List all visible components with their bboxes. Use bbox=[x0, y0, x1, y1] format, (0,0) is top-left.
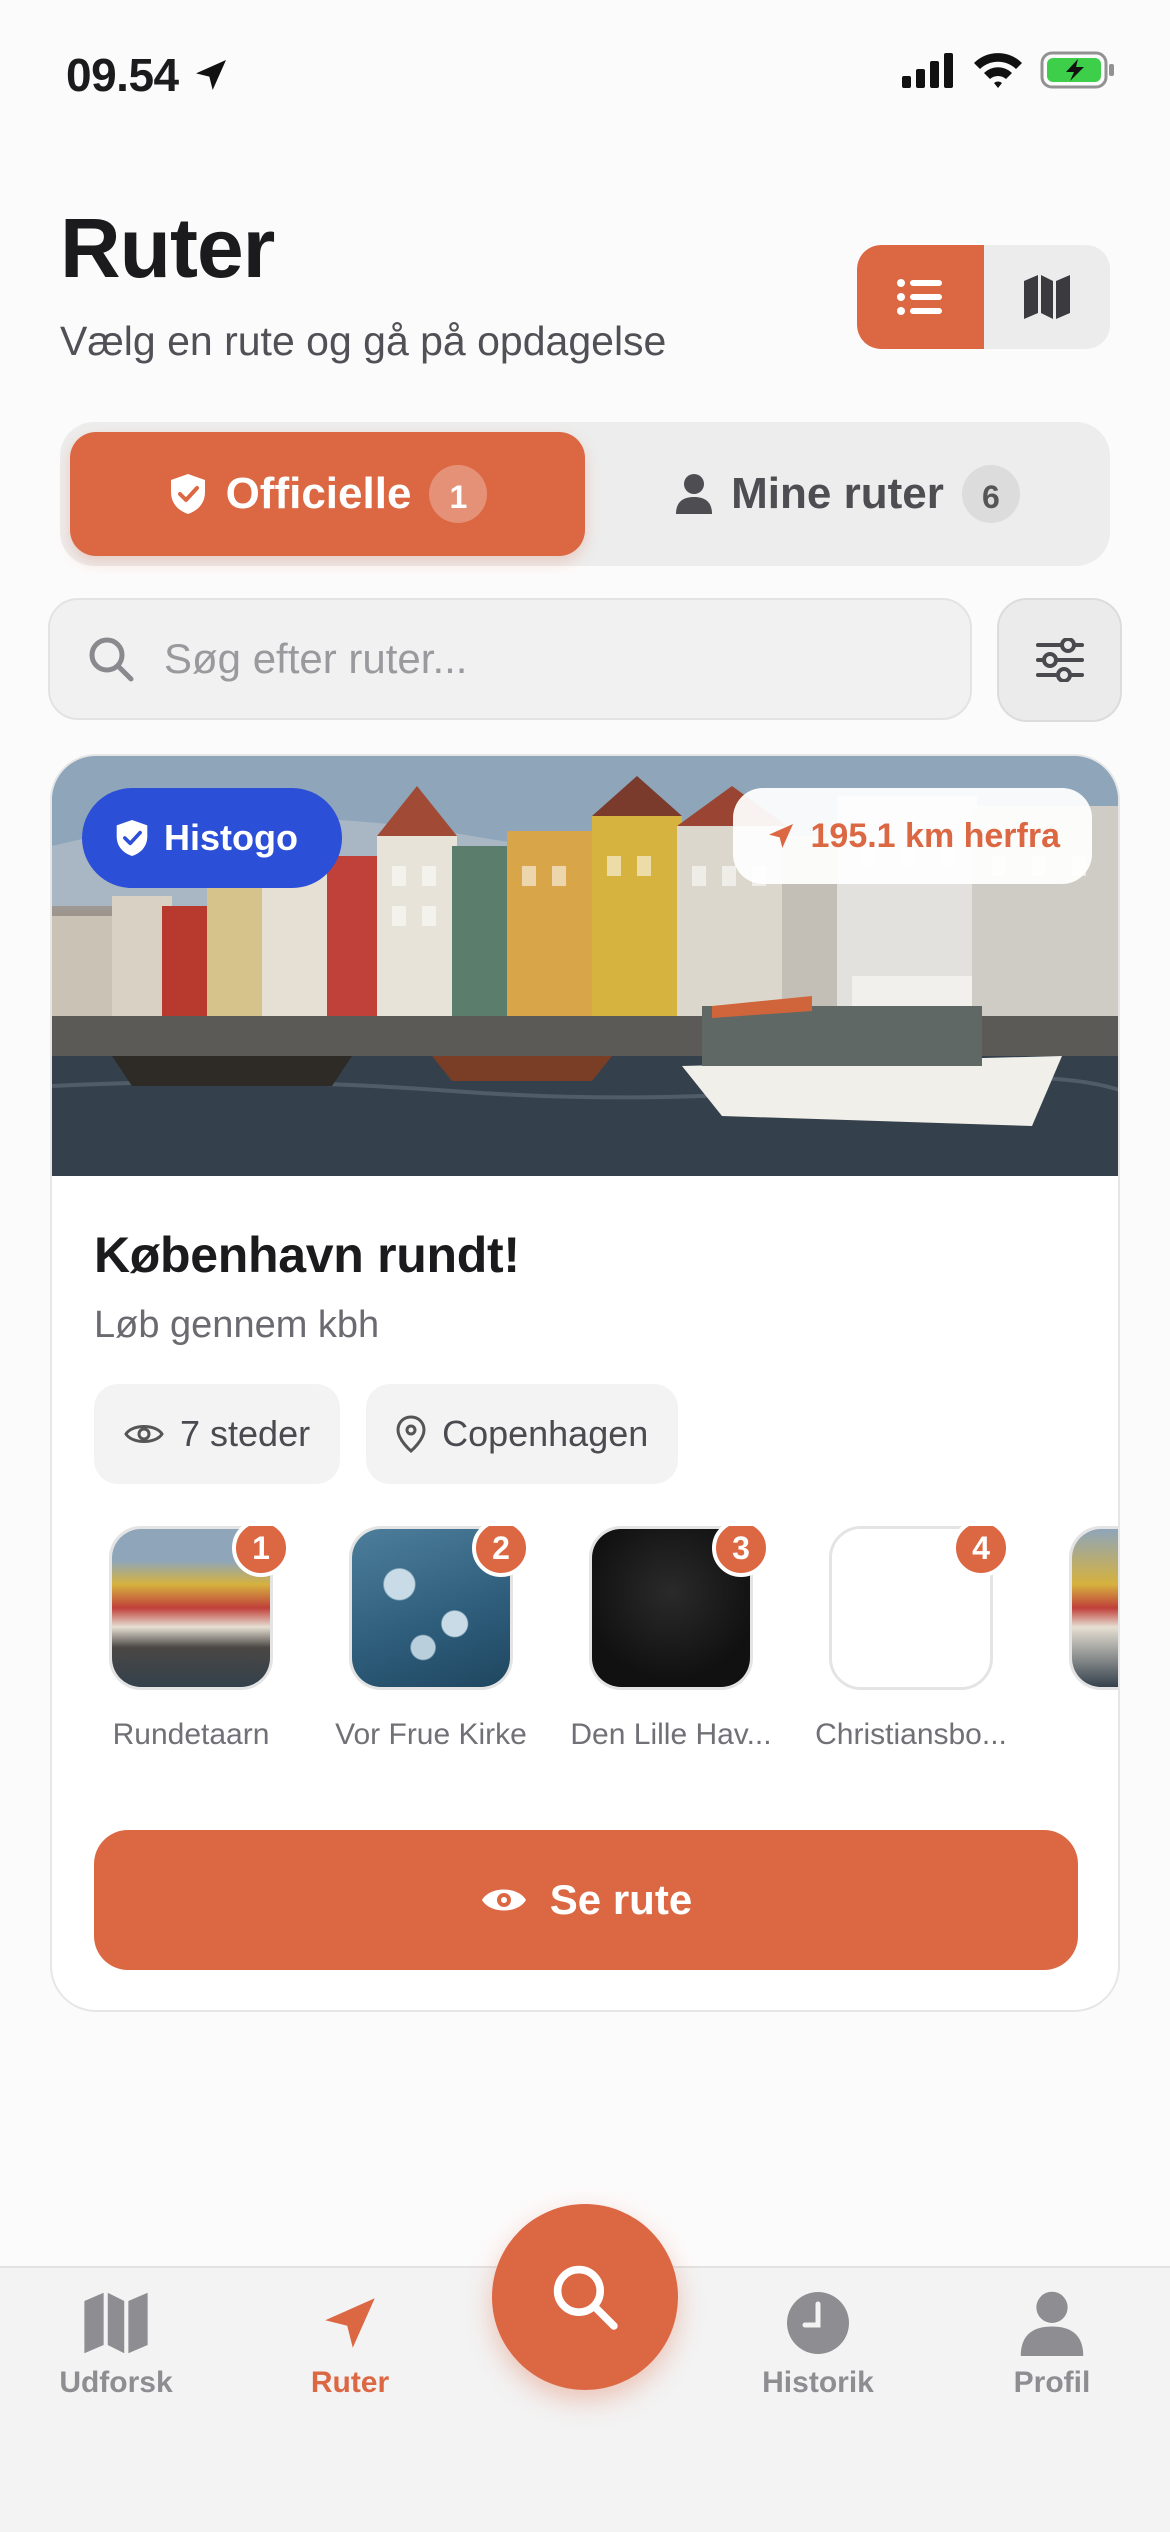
navigation-arrow-icon bbox=[768, 824, 793, 848]
stop-number-badge: 2 bbox=[472, 1526, 530, 1577]
nav-profile[interactable]: Profil bbox=[952, 2290, 1152, 2400]
places-count-chip: 7 steder bbox=[94, 1384, 341, 1484]
stop-thumbnail bbox=[1069, 1526, 1118, 1690]
status-bar-indicators bbox=[900, 50, 1116, 90]
tab-official[interactable]: Officielle 1 bbox=[70, 432, 585, 556]
stop-item[interactable]: 2 Vor Frue Kirke bbox=[311, 1526, 551, 1752]
stop-item[interactable]: 3 Den Lille Hav... bbox=[551, 1526, 791, 1752]
route-source-tabs: Officielle 1 Mine ruter 6 bbox=[60, 422, 1110, 566]
map-pin-icon bbox=[396, 1415, 426, 1453]
map-view-button[interactable] bbox=[984, 245, 1111, 349]
search-fab[interactable] bbox=[492, 2204, 678, 2390]
nav-explore[interactable]: Udforsk bbox=[16, 2290, 216, 2400]
nav-explore-label: Udforsk bbox=[59, 2366, 173, 2399]
stop-label: Den Lille Hav... bbox=[570, 1718, 772, 1751]
stop-number-badge: 3 bbox=[712, 1526, 770, 1577]
tab-my-routes-label: Mine ruter bbox=[731, 469, 944, 518]
route-meta-chips: 7 steder Copenhagen bbox=[94, 1384, 679, 1484]
places-count-label: 7 steder bbox=[180, 1413, 311, 1454]
tab-official-count: 1 bbox=[429, 465, 488, 523]
wifi-icon bbox=[974, 53, 1022, 88]
route-cover-image: Histogo 195.1 km herfra bbox=[52, 756, 1118, 1176]
stop-number-badge: 4 bbox=[952, 1526, 1010, 1577]
view-route-button[interactable]: Se rute bbox=[94, 1830, 1078, 1970]
status-bar-time: 09.54 bbox=[66, 48, 231, 102]
search-icon bbox=[89, 637, 134, 682]
eye-icon bbox=[481, 1889, 526, 1911]
stop-number-badge: 1 bbox=[232, 1526, 290, 1577]
page-subtitle: Vælg en rute og gå på opdagelse bbox=[60, 318, 667, 364]
navigation-arrow-icon bbox=[325, 2298, 375, 2348]
route-title: København rundt! bbox=[94, 1227, 520, 1283]
clock-icon bbox=[787, 2292, 849, 2354]
stop-thumbnail: 2 bbox=[349, 1526, 530, 1690]
nav-profile-label: Profil bbox=[1013, 2366, 1091, 2399]
stop-thumbnail: 4 bbox=[829, 1526, 1010, 1690]
route-description: Løb gennem kbh bbox=[94, 1304, 380, 1346]
provider-badge-label: Histogo bbox=[164, 817, 298, 858]
search-icon bbox=[553, 2265, 618, 2330]
city-chip: Copenhagen bbox=[366, 1384, 679, 1484]
nav-routes-label: Ruter bbox=[310, 2366, 390, 2399]
map-icon bbox=[1023, 275, 1070, 319]
location-arrow-icon bbox=[195, 60, 226, 90]
nav-history[interactable]: Historik bbox=[718, 2290, 918, 2400]
map-icon bbox=[84, 2292, 148, 2354]
eye-icon bbox=[124, 1425, 164, 1443]
nav-history-label: Historik bbox=[762, 2366, 874, 2399]
stop-thumbnail: 1 bbox=[109, 1526, 290, 1690]
view-route-label: Se rute bbox=[549, 1876, 693, 1923]
time-text: 09.54 bbox=[66, 49, 179, 101]
shield-check-icon bbox=[170, 474, 205, 514]
stop-label: Christiansbo... bbox=[815, 1718, 1007, 1751]
stop-label: Rundetaarn bbox=[112, 1718, 270, 1751]
tab-official-label: Officielle bbox=[225, 469, 412, 518]
person-icon bbox=[1020, 2291, 1084, 2356]
search-input[interactable] bbox=[164, 635, 924, 683]
distance-label: 195.1 km herfra bbox=[810, 816, 1061, 855]
tab-my-routes-count: 6 bbox=[961, 465, 1020, 523]
city-label: Copenhagen bbox=[442, 1413, 649, 1454]
page-title: Ruter bbox=[60, 201, 275, 295]
person-icon bbox=[676, 474, 713, 514]
stop-label: N bbox=[1031, 1718, 1118, 1752]
filter-button[interactable] bbox=[997, 598, 1122, 722]
route-stops-carousel[interactable]: 1 Rundetaarn 2 Vor Frue Kirke 3 Den Lill… bbox=[52, 1526, 1118, 1786]
search-bar bbox=[48, 598, 972, 720]
stop-item[interactable]: 1 Rundetaarn bbox=[71, 1526, 311, 1752]
route-card[interactable]: Histogo 195.1 km herfra København rundt!… bbox=[50, 754, 1120, 2012]
list-icon bbox=[897, 279, 943, 315]
cellular-signal-icon bbox=[902, 53, 953, 88]
stop-label: Vor Frue Kirke bbox=[335, 1718, 527, 1751]
stop-item[interactable]: N bbox=[1031, 1526, 1118, 1752]
stop-item[interactable]: 4 Christiansbo... bbox=[791, 1526, 1031, 1752]
view-mode-toggle bbox=[857, 245, 1110, 349]
distance-badge: 195.1 km herfra bbox=[732, 788, 1092, 884]
tab-my-routes[interactable]: Mine ruter 6 bbox=[595, 432, 1100, 556]
nav-routes[interactable]: Ruter bbox=[250, 2290, 450, 2400]
provider-badge: Histogo bbox=[82, 788, 342, 888]
stop-thumbnail: 3 bbox=[589, 1526, 770, 1690]
battery-charging-icon bbox=[1040, 51, 1114, 89]
list-view-button[interactable] bbox=[857, 245, 984, 349]
sliders-icon bbox=[1035, 638, 1084, 682]
shield-check-icon bbox=[116, 820, 148, 856]
